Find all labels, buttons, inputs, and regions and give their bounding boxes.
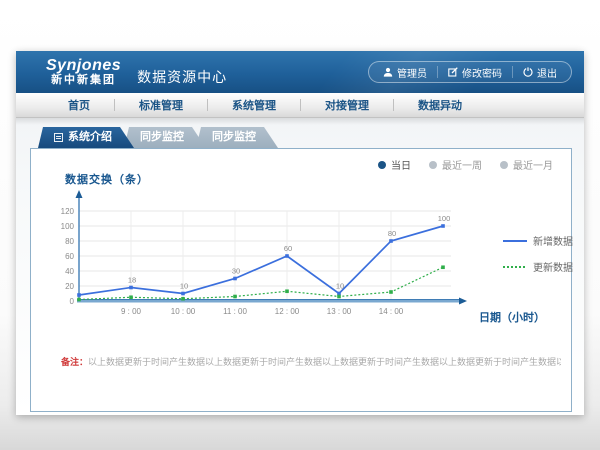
chart-y-axis-title: 数据交换（条）	[65, 171, 149, 187]
svg-text:10: 10	[336, 282, 344, 291]
footnote-text: 以上数据更新于时间产生数据以上数据更新于时间产生数据以上数据更新于时间产生数据以…	[88, 357, 561, 367]
tab-label: 同步监控	[140, 127, 184, 148]
svg-text:60: 60	[284, 244, 292, 253]
legend-line-swatch	[503, 264, 527, 270]
svg-text:13 : 00: 13 : 00	[327, 307, 352, 316]
radio-label: 最近一周	[442, 157, 482, 172]
svg-text:80: 80	[65, 237, 74, 246]
user-action-label: 退出	[537, 65, 557, 80]
document-icon	[54, 133, 63, 142]
svg-text:0: 0	[70, 297, 75, 306]
svg-text:12 : 00: 12 : 00	[275, 307, 300, 316]
line-chart: 0 20 40 60 80 100 120 9 : 00 10 : 00 11 : 00 12 : …	[49, 187, 504, 342]
user-action-label: 修改密码	[462, 65, 502, 80]
tab-label: 同步监控	[212, 127, 256, 148]
user-actions-group: 管理员 修改密码 退出	[368, 61, 572, 83]
svg-text:10 : 00: 10 : 00	[171, 307, 196, 316]
radio-option-2[interactable]: 最近一月	[500, 157, 553, 172]
radio-dot	[429, 161, 437, 169]
svg-text:18: 18	[128, 276, 136, 285]
legend-item-1: 更新数据	[503, 259, 573, 274]
radio-dot	[378, 161, 386, 169]
svg-text:14 : 00: 14 : 00	[379, 307, 404, 316]
svg-text:60: 60	[65, 252, 74, 261]
app-window: Synjones 新中新集团 数据资源中心 管理员修改密码退出 首页标准管理系统…	[16, 51, 584, 415]
footnote-prefix: 备注：	[61, 357, 88, 367]
tab-1[interactable]: 同步监控	[124, 127, 206, 148]
svg-text:40: 40	[65, 267, 74, 276]
content-panel: 当日 最近一周 最近一月 数据交换（条） 0 20 40 60 80 100 120 9 : 00…	[30, 148, 572, 412]
tab-label: 系统介绍	[68, 127, 112, 148]
legend-label: 更新数据	[533, 259, 573, 274]
svg-text:100: 100	[438, 214, 451, 223]
svg-text:20: 20	[65, 282, 74, 291]
tab-2[interactable]: 同步监控	[196, 127, 278, 148]
svg-text:30: 30	[232, 267, 240, 276]
nav-item-4[interactable]: 数据异动	[394, 97, 486, 113]
page-title: 数据资源中心	[137, 67, 227, 87]
svg-text:80: 80	[388, 229, 396, 238]
tab-bar: 系统介绍 同步监控 同步监控	[38, 127, 268, 148]
main-nav: 首页标准管理系统管理对接管理数据异动	[16, 93, 584, 118]
time-range-filter: 当日 最近一周 最近一月	[378, 157, 553, 172]
logo-text-cn: 新中新集团	[46, 75, 121, 87]
user-action-user[interactable]: 管理员	[373, 65, 437, 80]
svg-text:120: 120	[61, 207, 75, 216]
user-action-power[interactable]: 退出	[513, 65, 567, 80]
power-icon	[523, 67, 533, 77]
radio-label: 当日	[391, 157, 411, 172]
chart-svg: 0 20 40 60 80 100 120 9 : 00 10 : 00 11 : 00 12 : …	[49, 187, 504, 337]
logo-text-en: Synjones	[46, 58, 121, 75]
nav-item-1[interactable]: 标准管理	[115, 97, 207, 113]
footnote: 备注：以上数据更新于时间产生数据以上数据更新于时间产生数据以上数据更新于时间产生…	[61, 355, 561, 368]
app-header: Synjones 新中新集团 数据资源中心 管理员 修改密码 退出	[16, 51, 584, 93]
tab-0[interactable]: 系统介绍	[38, 127, 134, 148]
radio-dot	[500, 161, 508, 169]
user-action-edit[interactable]: 修改密码	[438, 65, 512, 80]
nav-item-0[interactable]: 首页	[44, 97, 114, 113]
legend-label: 新增数据	[533, 233, 573, 248]
chart-x-axis-title: 日期（小时）	[479, 309, 545, 325]
chart-legend: 新增数据更新数据	[503, 233, 573, 274]
legend-item-0: 新增数据	[503, 233, 573, 248]
radio-option-1[interactable]: 最近一周	[429, 157, 482, 172]
svg-text:100: 100	[61, 222, 75, 231]
edit-icon	[448, 67, 458, 77]
nav-item-3[interactable]: 对接管理	[301, 97, 393, 113]
company-logo: Synjones 新中新集团	[46, 58, 121, 86]
nav-shadow	[16, 118, 584, 125]
svg-text:11 : 00: 11 : 00	[223, 307, 247, 316]
legend-line-swatch	[503, 238, 527, 244]
svg-text:10: 10	[180, 282, 188, 291]
svg-text:9 : 00: 9 : 00	[121, 307, 142, 316]
nav-item-2[interactable]: 系统管理	[208, 97, 300, 113]
radio-option-0[interactable]: 当日	[378, 157, 411, 172]
user-icon	[383, 67, 393, 77]
radio-label: 最近一月	[513, 157, 553, 172]
user-action-label: 管理员	[397, 65, 427, 80]
